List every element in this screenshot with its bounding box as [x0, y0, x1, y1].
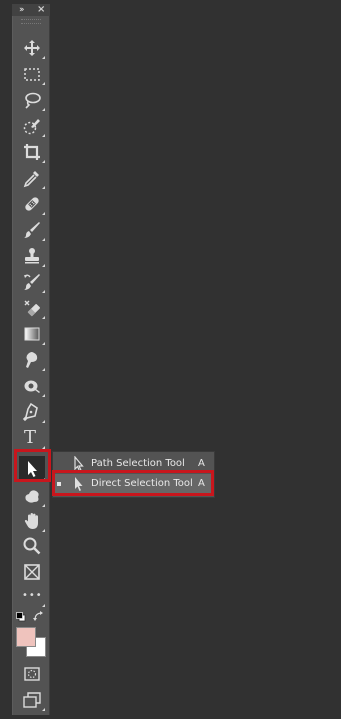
brush-icon: [24, 222, 40, 238]
submenu-indicator: [42, 504, 45, 507]
history-brush-icon: [24, 274, 40, 290]
tool-highlight-box: [14, 449, 51, 482]
default-colors-icon[interactable]: [16, 612, 26, 622]
submenu-indicator: [42, 186, 45, 189]
brush-tool[interactable]: [19, 218, 45, 242]
panel-grip[interactable]: [21, 19, 41, 24]
type-tool[interactable]: T: [19, 426, 45, 450]
hand-icon: [24, 513, 38, 529]
submenu-indicator: [42, 212, 45, 215]
submenu-indicator: [42, 82, 45, 85]
submenu-indicator: [42, 56, 45, 59]
dodge-icon: [24, 380, 40, 393]
frame-tool[interactable]: [19, 560, 45, 584]
submenu-indicator: [42, 708, 45, 711]
submenu-indicator: [42, 134, 45, 137]
hand-tool[interactable]: [19, 509, 45, 533]
swap-colors-icon[interactable]: [33, 611, 44, 622]
screen-mode-icon: [23, 692, 41, 708]
zoom-tool[interactable]: [19, 534, 45, 558]
lasso-icon: [25, 92, 41, 109]
submenu-indicator: [42, 342, 45, 345]
screen-mode-button[interactable]: [19, 688, 45, 712]
history-brush-tool[interactable]: [19, 270, 45, 294]
crop-tool[interactable]: [19, 140, 45, 164]
clone-stamp-tool[interactable]: [19, 244, 45, 268]
stamp-icon: [25, 248, 39, 264]
eraser-icon: [24, 300, 40, 317]
type-icon: T: [24, 427, 37, 448]
submenu-indicator: [42, 238, 45, 241]
ellipsis-icon: •••: [22, 590, 43, 601]
quick-mask-button[interactable]: [19, 662, 45, 686]
move-icon: [24, 40, 40, 56]
submenu-indicator: [42, 394, 45, 397]
submenu-indicator: [42, 529, 45, 532]
rect-marquee-icon: [24, 68, 40, 81]
blur-icon: [26, 352, 38, 368]
zoom-icon: [23, 537, 41, 555]
close-icon[interactable]: ×: [37, 4, 45, 16]
healing-brush-tool[interactable]: [19, 192, 45, 216]
submenu-indicator: [42, 290, 45, 293]
dodge-tool[interactable]: [19, 374, 45, 398]
collapse-icon[interactable]: ››: [19, 4, 25, 16]
eraser-tool[interactable]: [19, 296, 45, 320]
eyedropper-tool[interactable]: [19, 166, 45, 190]
move-tool[interactable]: [19, 36, 45, 60]
submenu-indicator: [42, 604, 45, 607]
submenu-indicator: [42, 316, 45, 319]
submenu-indicator: [42, 368, 45, 371]
crop-icon: [24, 144, 40, 160]
pen-icon: [22, 402, 38, 422]
tools-panel: ›› × T •••: [12, 4, 50, 715]
quick-mask-icon: [24, 667, 40, 681]
gradient-icon: [24, 327, 40, 341]
marquee-tool[interactable]: [19, 62, 45, 86]
shape-icon: [25, 490, 39, 503]
lasso-tool[interactable]: [19, 88, 45, 112]
submenu-indicator: [42, 420, 45, 423]
submenu-indicator: [42, 160, 45, 163]
submenu-indicator: [42, 108, 45, 111]
quick-selection-icon: [23, 119, 40, 135]
edit-toolbar[interactable]: •••: [19, 584, 45, 608]
flyout-item-highlight-box: [52, 470, 214, 496]
quick-selection-tool[interactable]: [19, 114, 45, 138]
frame-icon: [24, 564, 40, 580]
bandage-icon: [25, 197, 39, 211]
pen-tool[interactable]: [19, 400, 45, 424]
gradient-tool[interactable]: [19, 322, 45, 346]
foreground-color-swatch[interactable]: [16, 627, 36, 647]
blur-tool[interactable]: [19, 348, 45, 372]
submenu-indicator: [42, 264, 45, 267]
eyedropper-icon: [23, 171, 39, 188]
panel-header[interactable]: ›› ×: [12, 4, 50, 16]
custom-shape-tool[interactable]: [19, 484, 45, 508]
